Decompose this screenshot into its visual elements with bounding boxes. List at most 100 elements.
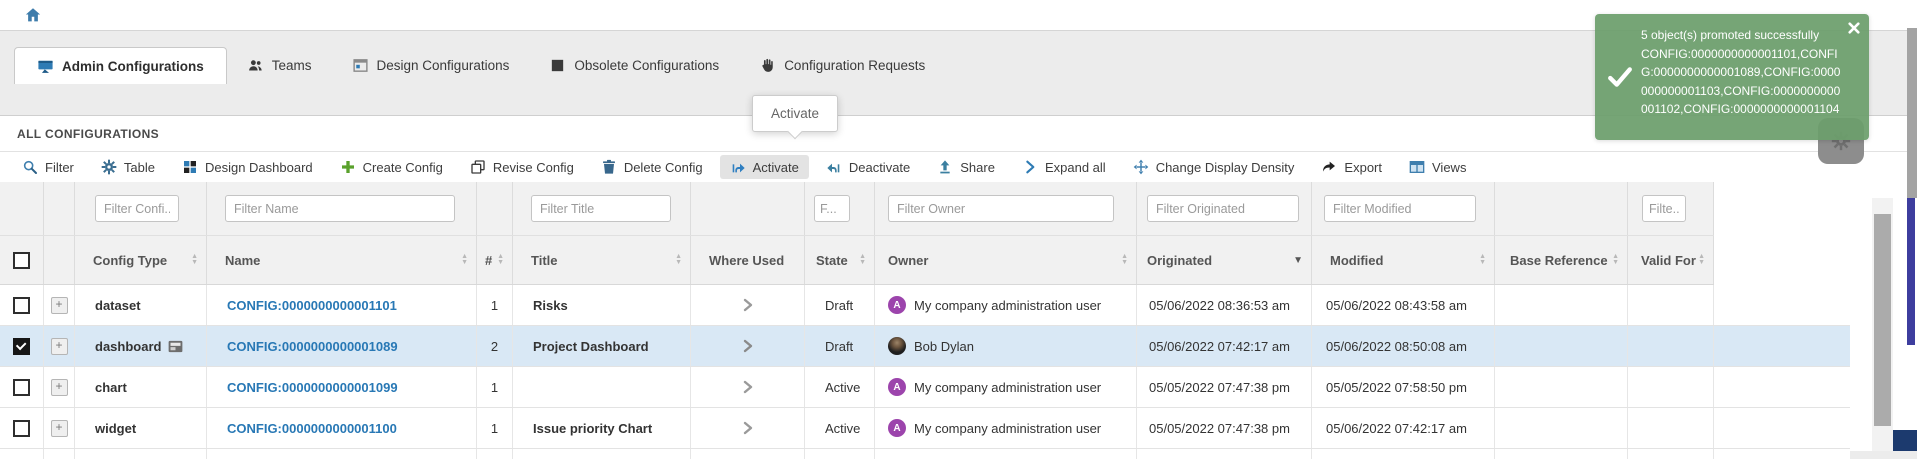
avatar: A: [888, 378, 906, 396]
config-type: dashboard: [95, 339, 161, 354]
header-label: #: [485, 253, 492, 268]
header-base-reference[interactable]: Base Reference▲▼: [1495, 236, 1628, 284]
title-cell: Project Dashboard: [513, 326, 691, 366]
move-arrows-icon: [1133, 159, 1149, 175]
filter-valid-for-input[interactable]: [1642, 195, 1686, 222]
config-link[interactable]: CONFIG:0000000000001089: [227, 339, 398, 354]
dashboard-type-icon: [168, 340, 183, 353]
expand-all-label: Expand all: [1045, 160, 1106, 175]
expand-icon[interactable]: [51, 338, 68, 355]
filter-modified-input[interactable]: [1324, 195, 1476, 222]
design-configurations-icon: [352, 57, 369, 74]
tab-obsolete-configurations[interactable]: Obsolete Configurations: [529, 47, 739, 84]
table-row[interactable]: dataset CONFIG:0000000000001101 1 Risks …: [0, 285, 1850, 326]
header-config-type[interactable]: Config Type▲▼: [75, 236, 207, 284]
where-used-cell: [691, 408, 805, 448]
config-link[interactable]: CONFIG:0000000000001100: [227, 421, 397, 436]
num-cell: 1: [477, 285, 513, 325]
filter-cell-expand: [44, 182, 75, 235]
header-num[interactable]: #▲▼: [477, 236, 513, 284]
export-button[interactable]: Export: [1311, 155, 1392, 179]
filler-cell: [1714, 285, 1850, 325]
header-modified[interactable]: Modified▲▼: [1312, 236, 1495, 284]
design-dashboard-button[interactable]: Design Dashboard: [172, 155, 323, 179]
filler-cell: [1714, 326, 1850, 366]
home-icon[interactable]: [24, 6, 42, 24]
row-checkbox[interactable]: [13, 379, 30, 396]
filter-cell-originated: [1137, 182, 1312, 235]
config-link[interactable]: CONFIG:0000000000001099: [227, 380, 398, 395]
filter-cell-config-type: [75, 182, 207, 235]
table-row[interactable]: chart CONFIG:0000000000001099 1 Active A…: [0, 367, 1850, 408]
sort-icon: ▲▼: [1698, 254, 1705, 266]
header-state[interactable]: State▲▼: [805, 236, 875, 284]
header-owner[interactable]: Owner▲▼: [875, 236, 1137, 284]
header-title[interactable]: Title▲▼: [513, 236, 691, 284]
filter-config-type-input[interactable]: [95, 195, 179, 222]
sort-icon: ▲▼: [859, 254, 866, 266]
title-cell: Risks: [513, 285, 691, 325]
config-type: dataset: [95, 298, 141, 313]
share-button[interactable]: Share: [927, 155, 1005, 179]
row-expand-cell: [44, 367, 75, 407]
delete-config-button[interactable]: Delete Config: [591, 155, 713, 179]
create-config-button[interactable]: Create Config: [330, 155, 453, 179]
tab-label: Obsolete Configurations: [574, 58, 719, 73]
close-icon[interactable]: [1848, 22, 1860, 34]
tab-admin-configurations[interactable]: Admin Configurations: [14, 47, 227, 84]
change-display-density-button[interactable]: Change Display Density: [1123, 155, 1305, 179]
tab-design-configurations[interactable]: Design Configurations: [332, 47, 530, 84]
expand-icon[interactable]: [51, 379, 68, 396]
header-name[interactable]: Name▲▼: [207, 236, 477, 284]
filter-owner-input[interactable]: [888, 195, 1114, 222]
row-checkbox[interactable]: [13, 420, 30, 437]
table-row[interactable]: dashboard CONFIG:0000000000001089 2 Proj…: [0, 326, 1850, 367]
filter-cell-name: [207, 182, 477, 235]
expand-all-button[interactable]: Expand all: [1012, 155, 1116, 179]
num-cell: 2: [477, 326, 513, 366]
sort-icon: ▲▼: [461, 254, 468, 266]
filter-name-input[interactable]: [225, 195, 455, 222]
activate-button[interactable]: Activate: [720, 155, 809, 179]
filter-originated-input[interactable]: [1147, 195, 1299, 222]
header-originated[interactable]: Originated▼: [1137, 236, 1312, 284]
share-icon: [937, 159, 953, 175]
name-cell: CONFIG:0000000000001099: [207, 367, 477, 407]
chevron-right-icon[interactable]: [742, 380, 754, 394]
expand-icon[interactable]: [51, 420, 68, 437]
revise-config-button[interactable]: Revise Config: [460, 155, 584, 179]
table-row[interactable]: widget CONFIG:0000000000001100 1 Issue p…: [0, 408, 1850, 449]
header-label: Config Type: [93, 253, 167, 268]
header-valid-for[interactable]: Valid For▲▼: [1628, 236, 1714, 284]
table-button[interactable]: Table: [91, 155, 165, 179]
vertical-scrollbar: [1872, 198, 1893, 451]
select-all-checkbox[interactable]: [13, 252, 30, 269]
filter-button[interactable]: Filter: [12, 155, 84, 179]
tab-label: Admin Configurations: [62, 59, 204, 74]
chevron-right-icon[interactable]: [742, 421, 754, 435]
configurations-panel: ALL CONFIGURATIONS Filter Table Design D…: [0, 115, 1917, 451]
expand-icon[interactable]: [51, 297, 68, 314]
deactivate-button[interactable]: Deactivate: [816, 155, 920, 179]
modified-cell: 05/06/2022 08:50:08 am: [1312, 326, 1495, 366]
valid-for-cell: [1628, 408, 1714, 448]
trash-icon: [601, 159, 617, 175]
originated-cell: 05/06/2022 07:42:17 am: [1137, 326, 1312, 366]
vertical-scrollbar-thumb[interactable]: [1874, 214, 1891, 426]
config-type: widget: [95, 421, 136, 436]
change-display-density-label: Change Display Density: [1156, 160, 1295, 175]
chevron-right-icon[interactable]: [742, 339, 754, 353]
filter-state-input[interactable]: [814, 195, 850, 222]
header-select-all: [0, 236, 44, 284]
config-link[interactable]: CONFIG:0000000000001101: [227, 298, 397, 313]
chevron-right-icon[interactable]: [742, 298, 754, 312]
filter-title-input[interactable]: [531, 195, 671, 222]
sort-icon: ▲▼: [1612, 254, 1619, 266]
row-checkbox[interactable]: [13, 338, 30, 355]
views-button[interactable]: Views: [1399, 155, 1476, 179]
table-header-row: Config Type▲▼ Name▲▼ #▲▼ Title▲▼ Where U…: [0, 236, 1714, 285]
tab-teams[interactable]: Teams: [227, 47, 332, 84]
tab-configuration-requests[interactable]: Configuration Requests: [739, 47, 945, 84]
row-checkbox[interactable]: [13, 297, 30, 314]
obsolete-configurations-icon: [549, 57, 566, 74]
